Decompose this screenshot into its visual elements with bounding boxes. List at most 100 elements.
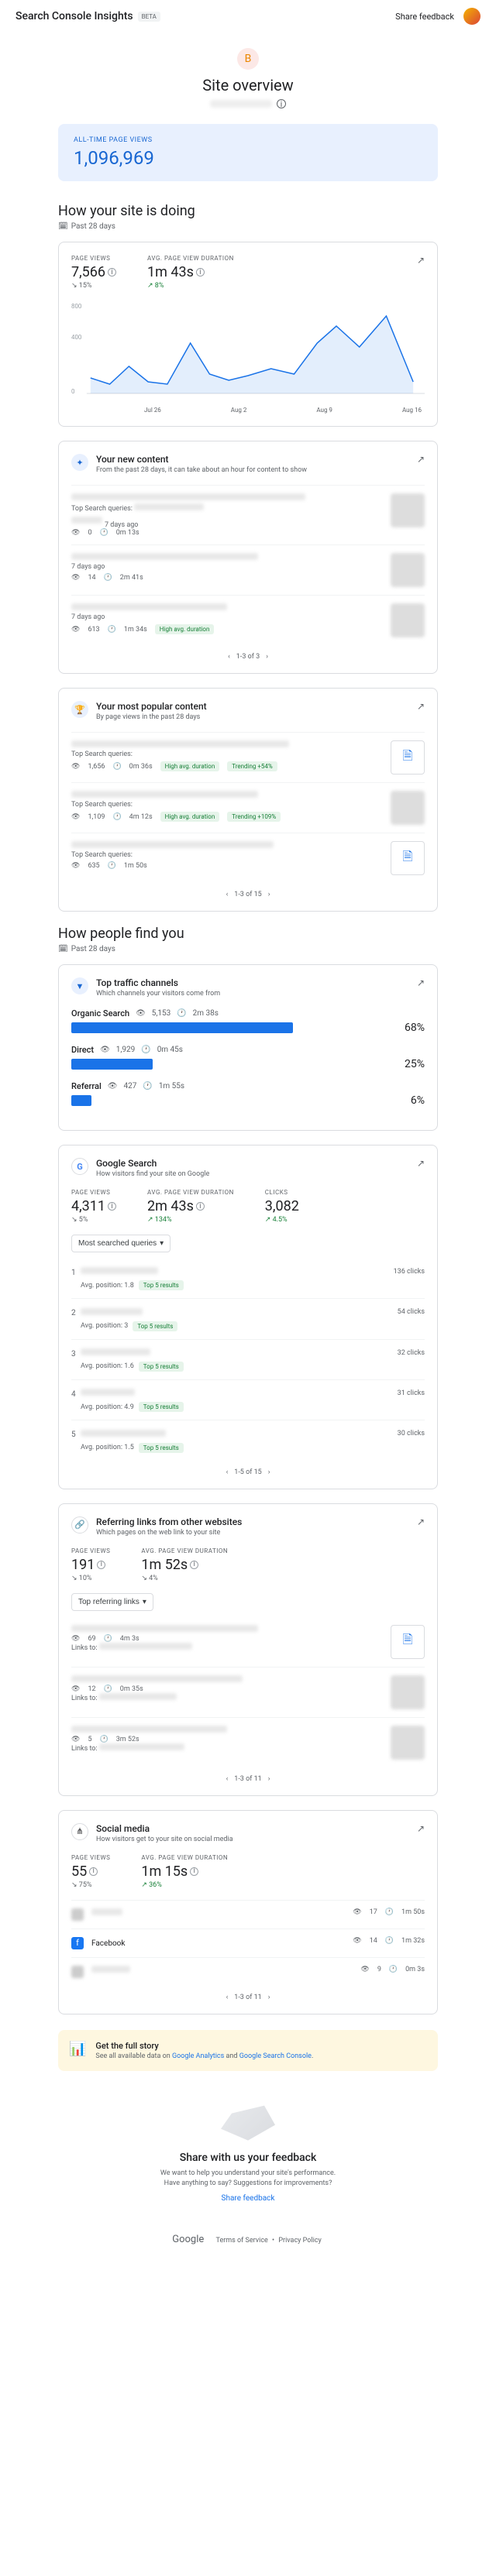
beta-badge: BETA xyxy=(138,12,160,22)
section-doing-period: 🗓 Past 28 days xyxy=(58,222,438,231)
chevron-left-icon[interactable]: ‹ xyxy=(226,891,229,898)
hero-label: ALL-TIME PAGE VIEWS xyxy=(74,136,422,144)
open-in-new-icon[interactable]: ↗ xyxy=(417,977,425,988)
open-in-new-icon[interactable]: ↗ xyxy=(417,1158,425,1169)
section-find-period: 🗓 Past 28 days xyxy=(58,945,438,953)
channel-row: Direct 👁1,929 🕐0m 45s 25% xyxy=(71,1045,425,1070)
referring-card: 🔗 Referring links from other websites Wh… xyxy=(58,1503,438,1796)
pageviews-line-chart: 800 400 0 xyxy=(71,301,425,401)
content-row[interactable]: Top Search queries: 👁1,109 🕐4m 12s High … xyxy=(71,782,425,833)
query-row[interactable]: 332 clicksAvg. position: 1.6Top 5 result… xyxy=(71,1339,425,1379)
funnel-icon: ▼ xyxy=(71,977,88,994)
svg-text:400: 400 xyxy=(71,334,82,341)
metric-pageviews: PAGE VIEWS 7,566i ↘ 15% xyxy=(71,255,116,290)
card-title: Social media xyxy=(96,1823,233,1834)
share-feedback-link[interactable]: Share feedback xyxy=(395,12,454,22)
social-card: ⋔ Social media How visitors get to your … xyxy=(58,1810,438,2014)
channel-row: Referral 👁427 🕐1m 55s 6% xyxy=(71,1081,425,1107)
svg-text:800: 800 xyxy=(71,303,82,310)
chevron-left-icon[interactable]: ‹ xyxy=(228,653,230,661)
card-subtitle: Which channels your visitors come from xyxy=(96,990,220,998)
social-row[interactable]: fFacebook👁14 🕐1m 32s xyxy=(71,1929,425,1957)
query-row[interactable]: 1136 clicksAvg. position: 1.8Top 5 resul… xyxy=(71,1259,425,1298)
site-url-row: i xyxy=(58,99,438,108)
chevron-down-icon: ▾ xyxy=(143,1598,146,1606)
thumbnail xyxy=(391,493,425,527)
social-row[interactable]: 👁17 🕐1m 50s xyxy=(71,1900,425,1929)
terms-link[interactable]: Terms of Service xyxy=(216,2237,268,2245)
query-row[interactable]: 530 clicksAvg. position: 1.5Top 5 result… xyxy=(71,1420,425,1460)
feedback-title: Share with us your feedback xyxy=(89,2152,407,2164)
feedback-text: We want to help you understand your site… xyxy=(89,2169,407,2190)
info-icon[interactable]: i xyxy=(196,268,205,276)
referring-row[interactable]: 👁69🕐4m 3sLinks to: 🗎 xyxy=(71,1617,425,1667)
chevron-right-icon[interactable]: › xyxy=(266,653,268,661)
referring-dropdown[interactable]: Top referring links ▾ xyxy=(71,1593,153,1611)
info-icon[interactable]: i xyxy=(108,268,116,276)
badge-high-duration: High avg. duration xyxy=(155,624,215,634)
query-row[interactable]: 254 clicksAvg. position: 3Top 5 results xyxy=(71,1298,425,1338)
channel-row: Organic Search 👁5,153 🕐2m 38s 68% xyxy=(71,1008,425,1034)
referring-row[interactable]: 👁12🕐0m 35sLinks to: xyxy=(71,1667,425,1717)
card-subtitle: From the past 28 days, it can take about… xyxy=(96,466,307,474)
google-search-card: G Google Search How visitors find your s… xyxy=(58,1145,438,1489)
content-row[interactable]: Top Search queries: 7 days ago 👁0 🕐0m 13… xyxy=(71,485,425,544)
info-icon[interactable]: i xyxy=(277,99,286,108)
analytics-icon: 📊 xyxy=(69,2041,86,2057)
doc-icon: 🗎 xyxy=(391,740,425,775)
chevron-left-icon[interactable]: ‹ xyxy=(226,1468,229,1476)
chevron-right-icon[interactable]: › xyxy=(268,1994,270,2001)
section-find-title: How people find you xyxy=(58,926,438,942)
hero-value: 1,096,969 xyxy=(74,147,422,169)
card-title: Your new content xyxy=(96,454,307,465)
content-row[interactable]: 7 days ago 👁613 🕐1m 34s High avg. durati… xyxy=(71,595,425,645)
card-subtitle: How visitors get to your site on social … xyxy=(96,1836,233,1843)
chevron-right-icon[interactable]: › xyxy=(268,1468,270,1476)
chevron-right-icon[interactable]: › xyxy=(268,891,270,898)
chevron-left-icon[interactable]: ‹ xyxy=(226,1775,229,1783)
open-in-new-icon[interactable]: ↗ xyxy=(417,701,425,712)
footer: Google Terms of Service • Privacy Policy xyxy=(58,2218,438,2261)
feedback-link[interactable]: Share feedback xyxy=(222,2194,275,2203)
pager: ‹ 1-3 of 3 › xyxy=(71,645,425,661)
channels-card: ▼ Top traffic channels Which channels yo… xyxy=(58,964,438,1131)
open-in-new-icon[interactable]: ↗ xyxy=(417,1823,425,1834)
overview-chart-card: PAGE VIEWS 7,566i ↘ 15% AVG. PAGE VIEW D… xyxy=(58,242,438,427)
new-content-card: ✦ Your new content From the past 28 days… xyxy=(58,441,438,674)
chevron-left-icon[interactable]: ‹ xyxy=(226,1994,229,2001)
referring-row[interactable]: 👁5🕐3m 52sLinks to: xyxy=(71,1717,425,1767)
google-icon: G xyxy=(71,1158,88,1175)
privacy-link[interactable]: Privacy Policy xyxy=(278,2237,321,2245)
query-row[interactable]: 431 clicksAvg. position: 4.9Top 5 result… xyxy=(71,1379,425,1420)
content-row[interactable]: Top Search queries: 👁635 🕐1m 50s 🗎 xyxy=(71,833,425,883)
alltime-views-card: ALL-TIME PAGE VIEWS 1,096,969 xyxy=(58,124,438,181)
facebook-icon: f xyxy=(71,1937,84,1949)
content-row[interactable]: Top Search queries: 👁1,656 🕐0m 36s High … xyxy=(71,732,425,782)
card-subtitle: By page views in the past 28 days xyxy=(96,713,207,721)
content-row[interactable]: 7 days ago 👁14 🕐2m 41s xyxy=(71,544,425,595)
thumbnail xyxy=(391,1675,425,1709)
site-favicon: B xyxy=(237,48,259,70)
ga-link[interactable]: Google Analytics xyxy=(172,2052,224,2060)
product-name: Search Console Insights xyxy=(16,10,133,22)
svg-text:0: 0 xyxy=(71,388,75,395)
feedback-illustration xyxy=(221,2102,275,2141)
card-title: Referring links from other websites xyxy=(96,1516,242,1527)
popular-content-card: 🏆 Your most popular content By page view… xyxy=(58,688,438,912)
pager: ‹ 1-3 of 15 › xyxy=(71,883,425,898)
pager: ‹1-3 of 11› xyxy=(71,1986,425,2001)
social-row[interactable]: 👁9 🕐0m 3s xyxy=(71,1957,425,1986)
open-in-new-icon[interactable]: ↗ xyxy=(417,454,425,465)
chevron-right-icon[interactable]: › xyxy=(268,1775,270,1783)
pager: ‹1-5 of 15› xyxy=(71,1461,425,1476)
thumbnail xyxy=(391,553,425,587)
open-in-new-icon[interactable]: ↗ xyxy=(417,255,425,266)
app-header: Search Console Insights BETA Share feedb… xyxy=(0,0,496,33)
chevron-down-icon: ▾ xyxy=(160,1239,164,1248)
feedback-section: Share with us your feedback We want to h… xyxy=(58,2087,438,2218)
queries-dropdown[interactable]: Most searched queries ▾ xyxy=(71,1235,170,1252)
gsc-link[interactable]: Google Search Console xyxy=(239,2052,312,2060)
open-in-new-icon[interactable]: ↗ xyxy=(417,1516,425,1527)
promo-card: 📊 Get the full story See all available d… xyxy=(58,2030,438,2071)
user-avatar[interactable] xyxy=(463,8,480,25)
